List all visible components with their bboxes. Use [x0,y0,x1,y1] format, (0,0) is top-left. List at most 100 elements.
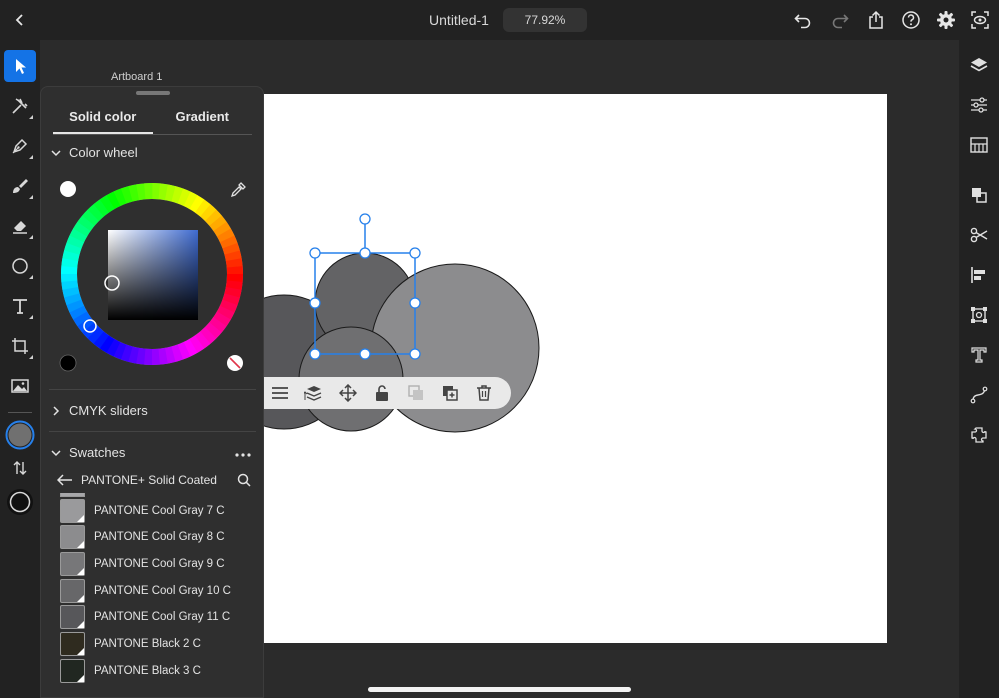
hue-ring-segment [213,221,232,237]
swatch-list: PANTONE Cool Gray 7 C PANTONE Cool Gray 8… [60,493,260,698]
hue-ring-segment [87,204,105,222]
swatch-chip [60,658,85,683]
hue-ring-segment [183,191,198,210]
hue-ring-segment [66,235,85,249]
cmyk-sliders-label: CMYK sliders [69,403,148,418]
hue-ring-segment [225,280,243,291]
hue-ring-segment [158,183,169,201]
swatch-library-name: PANTONE+ Solid Coated [81,473,217,487]
resize-handle-top[interactable] [359,247,371,259]
spot-color-indicator [77,648,84,655]
hue-ring-segment [194,199,211,217]
ellipsis-icon [235,453,251,457]
hue-ring-segment [164,346,176,364]
hue-ring-segment [199,326,217,344]
resize-handle-bottom[interactable] [359,348,371,360]
swatches-section-header[interactable]: Swatches [49,445,125,460]
context-toolbar [263,377,511,409]
eyedropper-icon [230,182,246,198]
rotate-handle[interactable] [359,213,371,225]
library-back-button[interactable] [57,474,73,486]
swatch-item[interactable]: PANTONE Cool Gray 11 C [60,604,260,631]
hue-ring-segment [128,184,140,202]
hue-ring-segment [177,341,191,360]
no-color-button[interactable] [227,355,243,371]
swatch-name: PANTONE Black 2 C [94,638,201,650]
swatch-name: PANTONE Cool Gray 9 C [94,557,225,570]
spot-color-indicator [77,567,84,575]
color-popover: Solid color Gradient Color wheel CMYK sl… [40,86,264,698]
swatch-item[interactable]: PANTONE Cool Gray 8 C [60,524,260,551]
arrange-layers-icon [304,386,322,401]
color-wheel [59,181,246,372]
duplicate-button[interactable] [433,377,467,409]
resize-handle-left[interactable] [309,297,321,309]
move-button[interactable] [331,377,365,409]
spot-color-indicator [77,621,84,629]
more-options-button[interactable] [263,377,297,409]
eyedropper-button[interactable] [230,182,246,198]
hue-ring-segment [63,293,82,306]
resize-handle-top-left[interactable] [309,247,321,259]
hue-ring-segment [82,209,100,226]
resize-handle-right[interactable] [409,297,421,309]
hue-ring-segment [72,311,91,327]
hue-ring-segment [224,286,242,298]
lock-button[interactable] [365,377,399,409]
black-color-button[interactable] [59,354,77,372]
hue-ring-segment [106,338,121,357]
spot-color-indicator [77,514,84,522]
swatches-more-button[interactable] [235,445,251,463]
trash-icon [477,385,491,401]
arrange-button[interactable] [297,377,331,409]
hue-ring-segment [216,305,235,320]
hue-ring-segment [135,347,146,365]
hue-ring-segment [87,326,104,344]
swatch-chip [60,551,85,576]
swatch-chip [60,578,85,603]
hue-ring-segment [224,250,242,262]
hue-ring-segment [189,335,205,354]
mask-icon [408,385,423,400]
swatch-search-button[interactable] [237,473,251,487]
hue-ring-segment [200,204,217,222]
hue-ring-segment [219,235,238,249]
hue-ring-segment [177,188,191,207]
hue-ring-segment [106,191,121,210]
swatch-item[interactable]: PANTONE Cool Gray 7 C [60,497,260,524]
swatch-name: PANTONE Cool Gray 10 C [94,584,231,597]
swatch-item[interactable]: PANTONE Cool Gray 9 C [60,550,260,577]
swatch-library-header: PANTONE+ Solid Coated [57,473,251,487]
swatch-name: PANTONE Cool Gray 8 C [94,531,225,544]
swatch-chip [60,605,85,630]
chevron-right-icon [49,405,63,416]
resize-handle-bottom-right[interactable] [409,348,421,360]
swatch-chip [60,525,85,550]
hue-ring-segment [120,344,133,362]
hue-ring-segment [128,346,140,364]
delete-button[interactable] [467,377,501,409]
hue-ring-segment [69,305,88,320]
swatch-item[interactable]: PANTONE Cool Gray 10 C [60,577,260,604]
app-window: Untitled-1 77.92% Artboard 1 Solid color… [0,0,999,698]
resize-handle-top-right[interactable] [409,247,421,259]
hue-ring-segment [99,335,115,353]
swatches-label: Swatches [69,445,126,460]
swatch-name: PANTONE Cool Gray 11 C [94,611,231,624]
white-color-button[interactable] [60,181,76,197]
mask-button[interactable] [399,377,433,409]
swatch-name: PANTONE Black 3 C [94,664,201,677]
resize-handle-bottom-left[interactable] [309,348,321,360]
hue-ring-segment [77,215,95,232]
unlock-icon [376,385,388,401]
spot-color-indicator [77,541,84,549]
hue-ring-segment [209,316,227,333]
spot-color-indicator [77,594,84,602]
swatch-item[interactable]: PANTONE Black 2 C [60,631,260,658]
home-indicator[interactable] [368,687,631,692]
swatch-item[interactable]: PANTONE Black 3 C [60,657,260,684]
hue-ring-segment [189,195,205,213]
cmyk-section-header[interactable]: CMYK sliders [49,403,148,418]
hue-ring-segment [204,322,222,339]
hue-ring-segment [61,280,79,290]
